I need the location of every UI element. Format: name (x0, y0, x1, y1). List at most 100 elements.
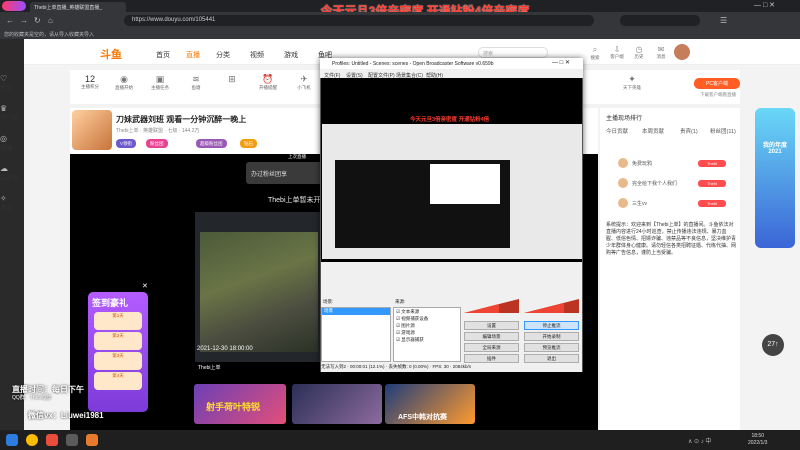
back-icon[interactable]: ← (6, 16, 14, 25)
chip-diamond[interactable]: 钻石 (240, 139, 257, 148)
pond-icon: ≋ (192, 74, 200, 84)
audio-meter-right[interactable] (524, 299, 579, 313)
stat-label: 开播提醒 (259, 85, 277, 90)
browser-search-input[interactable] (620, 15, 700, 26)
task-icon: ▣ (155, 74, 165, 84)
obs-plugins-button[interactable]: 插件 (464, 354, 519, 363)
obs-source-item[interactable]: ☑ 文本来源 (396, 309, 419, 315)
nav-game[interactable]: 游戏 (284, 50, 298, 60)
forward-icon[interactable]: → (20, 16, 28, 25)
obs-source-item[interactable]: ☑ 游戏源 (396, 330, 415, 336)
rail-item-follow[interactable]: ♡ 关注 (0, 74, 24, 92)
streamer-avatar[interactable] (72, 110, 112, 150)
chip-fans[interactable]: 粉丝团 (146, 139, 168, 148)
chat-tab[interactable]: 今日贡献 (606, 127, 628, 135)
start-icon[interactable] (6, 434, 18, 446)
user-avatar[interactable] (674, 44, 690, 60)
home-icon[interactable]: ⌂ (48, 16, 53, 25)
obs-scene-item[interactable]: 场景 (322, 308, 390, 315)
address-bar[interactable]: https://www.douyu.com/105441 (124, 15, 594, 26)
streamer-name-overlay: Thebi上单 (198, 365, 221, 371)
rank-badge: Thebi (698, 180, 726, 187)
rail-item-roam[interactable]: ✧ 漫游 (0, 194, 24, 212)
obs-exit-button[interactable]: 退出 (524, 354, 579, 363)
heart-icon: ♡ (0, 74, 8, 83)
header-icon-download[interactable]: ⇩ 客户端 (606, 45, 628, 60)
gamepad-icon: ◎ (0, 134, 7, 143)
chip-superfans[interactable]: 超级粉丝团 (196, 139, 227, 148)
stat-pond[interactable]: ≋ 鱼塘 (182, 74, 210, 91)
stat-live-start[interactable]: ◉ 直播开始 (110, 74, 138, 91)
obs-record-button[interactable]: 开始录制 (524, 332, 579, 341)
refresh-icon[interactable]: ↻ (34, 16, 41, 25)
rank-title: 主播现场排行 (606, 116, 643, 122)
rail-item-rank[interactable]: ♛ 排行榜 (0, 104, 24, 122)
checkin-day[interactable]: 第4天 (94, 372, 142, 390)
obs-taskbar-icon[interactable] (66, 434, 78, 446)
window-controls[interactable]: — □ ✕ (754, 1, 775, 9)
pc-client-button[interactable]: PC客户端 (694, 78, 740, 89)
audio-meter-left[interactable] (464, 299, 519, 313)
checkin-day[interactable]: 第2天 (94, 332, 142, 350)
obs-scenes-list[interactable] (321, 307, 391, 362)
header-icon-search[interactable]: ⌕ 搜索 (584, 45, 606, 61)
header-icon-history[interactable]: ◷ 历史 (628, 45, 650, 60)
obs-window-controls[interactable]: — □ ✕ (552, 59, 570, 66)
app-taskbar-icon[interactable] (46, 434, 58, 446)
chat-tab[interactable]: 粉丝团(11) (710, 127, 736, 135)
obs-preview-stream-button[interactable]: 预览推流 (524, 343, 579, 352)
chat-tab[interactable]: 本周贡献 (642, 127, 664, 135)
nav-home[interactable]: 首页 (156, 50, 170, 60)
obs-global-sources-button[interactable]: 全局来源 (464, 343, 519, 352)
client-download-text: 下载客户端看直播 (700, 92, 736, 97)
rail-item-game[interactable]: ◎ 游戏 (0, 134, 24, 152)
browser-tab[interactable]: Thebi上单直播_英雄联盟直播_ (30, 2, 126, 12)
rank-row[interactable]: 完全给下我个人我们 Thebi (608, 178, 738, 190)
chat-tab[interactable]: 贵宾(1) (680, 127, 698, 135)
rail-label: 漫游 (0, 206, 13, 212)
obs-source-item[interactable]: ☑ 图片源 (396, 323, 415, 329)
obs-stop-stream-button[interactable]: 停止推流 (524, 321, 579, 330)
chat-panel (600, 108, 740, 430)
rail-label: 关注 (0, 86, 13, 92)
nav-video[interactable]: 视频 (250, 50, 264, 60)
taskbar-clock[interactable]: 18:50 2022/1/3 (748, 433, 767, 447)
obs-source-item[interactable]: ☑ 视频捕获设备 (396, 316, 428, 322)
browser-taskbar-icon[interactable] (26, 434, 38, 446)
header-icon-message[interactable]: ✉ 消息 (650, 45, 672, 60)
nav-live[interactable]: 直播 (186, 50, 200, 60)
douyu-logo[interactable]: 斗鱼 (100, 46, 122, 62)
obs-edit-scene-button[interactable]: 编辑场景 (464, 332, 519, 341)
extensions-icon[interactable]: ☰ (720, 16, 727, 25)
stat-label: 小飞机 (297, 85, 311, 90)
checkin-day[interactable]: 第1天 (94, 312, 142, 330)
nav-category[interactable]: 分类 (216, 50, 230, 60)
stat-value: 12 (84, 74, 95, 84)
close-icon[interactable]: ✕ (142, 282, 148, 290)
obs-title: Profiles: Untitled - Scenes: scenes - Op… (320, 58, 583, 69)
stat-plane[interactable]: ✈ 小飞机 (290, 74, 318, 91)
year-review-promo[interactable] (755, 108, 795, 248)
rank-row[interactable]: 免费玩鸦 Thebi (608, 158, 738, 170)
obs-sources-label: 来源: (395, 299, 406, 304)
rank-name: 三生vv (632, 201, 648, 207)
system-tray[interactable]: ∧ ⊙ ♪ 中 (688, 436, 711, 445)
site-search-input[interactable]: 搜索 (478, 47, 548, 58)
obs-source-item[interactable]: ☑ 显示器捕获 (396, 337, 424, 343)
stat-alarm[interactable]: ⏰ 开播提醒 (254, 74, 282, 91)
stat-hero[interactable]: ✦ 天下英雄 (618, 74, 646, 91)
rank-name: 完全给下我个人我们 (632, 181, 678, 187)
obs-source-label: 视频捕获设备 (401, 316, 429, 321)
chip-vip[interactable]: V领衔 (116, 139, 137, 148)
rank-row[interactable]: 三生vv Thebi (608, 198, 738, 210)
rail-item-cloud[interactable]: ☁ 云游戏 (0, 164, 24, 182)
avatar (618, 158, 628, 168)
stat-task[interactable]: ▣ 主播任务 (146, 74, 174, 91)
stat-points[interactable]: 12 主播积分 (76, 74, 104, 90)
stat-gift[interactable]: ⊞ (218, 74, 246, 85)
checkin-day[interactable]: 第3天 (94, 352, 142, 370)
recommend-thumb[interactable] (292, 384, 382, 424)
app-taskbar-icon[interactable] (86, 434, 98, 446)
obs-settings-button[interactable]: 设置 (464, 321, 519, 330)
floating-bubble[interactable]: 27↑ (762, 334, 784, 356)
